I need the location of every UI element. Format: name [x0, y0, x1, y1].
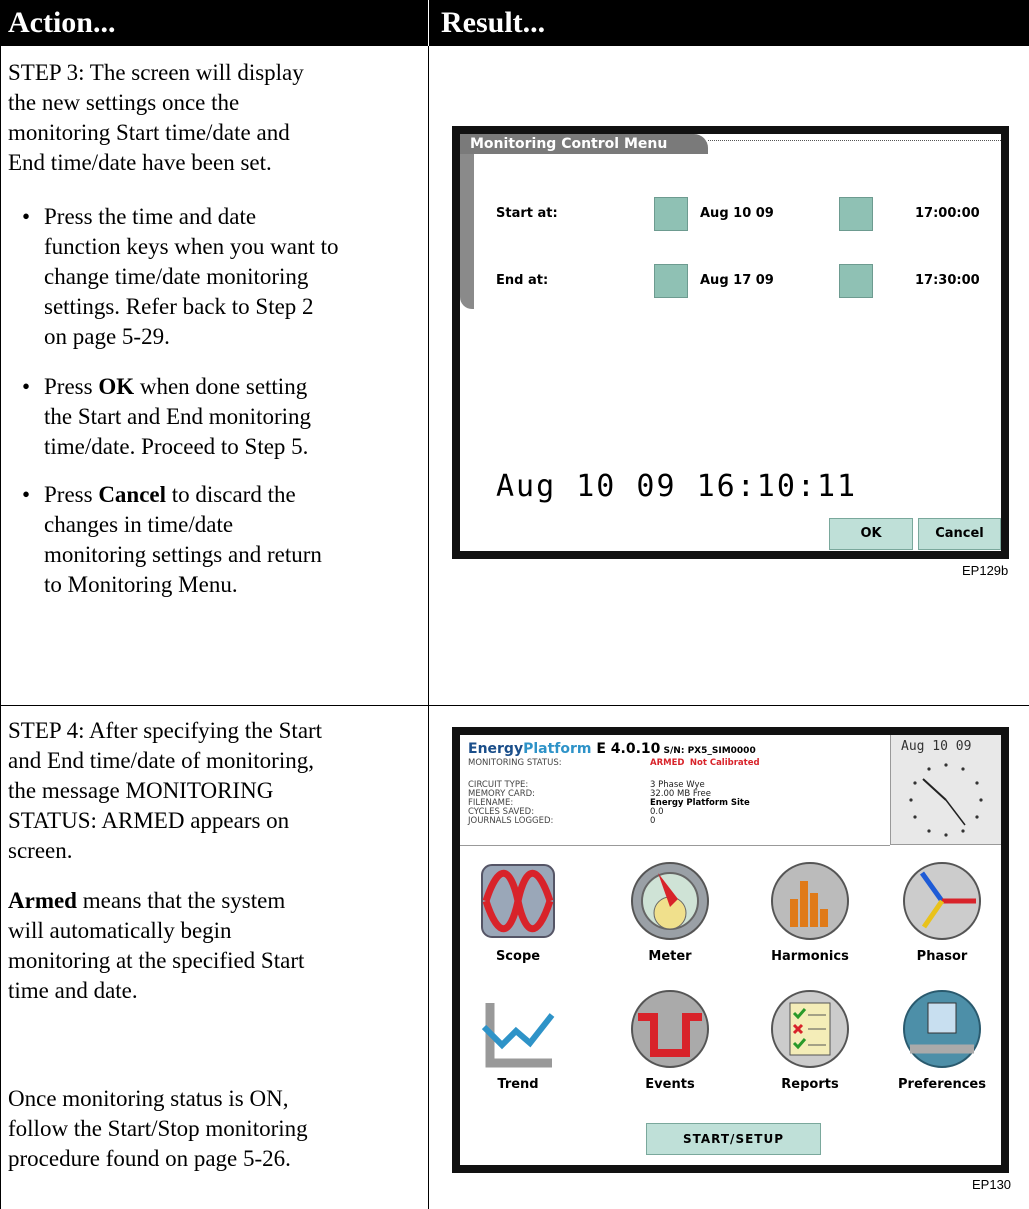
step4-armed: Armed means that the system will automat… — [8, 886, 418, 1006]
bullet-dot: • — [22, 482, 31, 507]
clock-date: Aug 10 09 — [901, 739, 972, 754]
events-icon[interactable] — [628, 987, 712, 1071]
info-values: 3 Phase Wye 32.00 MB Free Energy Platform … — [650, 780, 750, 826]
bullet-line: Press Cancel to discard the — [44, 482, 296, 507]
end-time: 17:30:00 — [915, 273, 980, 288]
monitoring-control-screenshot: Monitoring Control Menu Start at: Aug 10… — [452, 126, 1009, 559]
column-divider — [428, 46, 429, 1209]
bullet-line: to Monitoring Menu. — [44, 572, 238, 597]
step4-line: will automatically begin — [8, 918, 232, 943]
bullet-dot: • — [22, 374, 31, 399]
menu-tab-title: Monitoring Control Menu — [460, 134, 708, 154]
dotted-rule — [708, 140, 1001, 141]
bullet-line: on page 5-29. — [44, 324, 170, 349]
start-date-key[interactable] — [654, 197, 688, 231]
bullet-line: the Start and End monitoring — [44, 404, 312, 429]
trend-icon[interactable] — [476, 987, 560, 1071]
step3-line: End time/date have been set. — [8, 150, 272, 175]
step3-line: STEP 3: The screen will display — [8, 60, 304, 85]
bullet-line: Press OK when done setting — [44, 374, 308, 399]
harmonics-icon[interactable] — [768, 859, 852, 943]
trend-label: Trend — [497, 1077, 539, 1092]
step3-line: the new settings once the — [8, 90, 240, 115]
start-time: 17:00:00 — [915, 206, 980, 221]
cancel-button[interactable]: Cancel — [918, 518, 1001, 550]
meter-label: Meter — [648, 949, 692, 964]
step4-line: Once monitoring status is ON, — [8, 1086, 289, 1111]
result-header: Result... — [429, 0, 1029, 46]
start-date: Aug 10 09 — [700, 206, 774, 221]
bullet-dot: • — [22, 204, 31, 229]
step4-intro: STEP 4: After specifying the Start and E… — [8, 716, 418, 866]
step4-line: procedure found on page 5-26. — [8, 1146, 291, 1171]
current-datetime: Aug 10 09 16:10:11 — [496, 469, 858, 504]
reports-label: Reports — [781, 1077, 839, 1092]
bullet-line: Press the time and date — [44, 204, 257, 229]
cancel-keyword: Cancel — [98, 482, 167, 507]
analog-clock-icon — [909, 763, 983, 837]
start-label: Start at: — [496, 206, 558, 221]
clock-panel: Aug 10 09 — [890, 735, 1001, 845]
end-label: End at: — [496, 273, 549, 288]
scope-label: Scope — [495, 949, 541, 964]
step3-bullet-1: • Press the time and date function keys … — [18, 202, 418, 352]
phasor-label: Phasor — [916, 949, 968, 964]
info-labels: CIRCUIT TYPE: MEMORY CARD: FILENAME: CYCLES… — [468, 780, 554, 826]
step4-line: monitoring at the specified Start — [8, 948, 305, 973]
manual-page: Action... Result... STEP 3: The screen w… — [0, 0, 1029, 1209]
figure-caption: EP130 — [972, 1177, 1012, 1192]
start-time-key[interactable] — [839, 197, 873, 231]
left-frame-bar — [460, 154, 474, 309]
bullet-line: function keys when you want to — [44, 234, 339, 259]
bullet-line: changes in time/date — [44, 512, 234, 537]
step3-bullet-2: • Press OK when done setting the Start a… — [18, 372, 418, 462]
step4-line: Armed means that the system — [8, 888, 286, 913]
step4-line: time and date. — [8, 978, 138, 1003]
step4-line: STEP 4: After specifying the Start — [8, 718, 323, 743]
end-date: Aug 17 09 — [700, 273, 774, 288]
ok-keyword: OK — [98, 374, 135, 399]
action-header: Action... — [0, 0, 428, 46]
step4-line: follow the Start/Stop monitoring — [8, 1116, 308, 1141]
end-date-key[interactable] — [654, 264, 688, 298]
scope-icon[interactable] — [476, 859, 560, 943]
step4-line: STATUS: ARMED appears on — [8, 808, 290, 833]
step4-on: Once monitoring status is ON, follow the… — [8, 1084, 418, 1174]
screen-area: EnergyPlatform E 4.0.10 S/N: PX5_SIM0000… — [460, 735, 1001, 1165]
start-setup-button[interactable]: START/SETUP — [646, 1123, 821, 1155]
app-title: EnergyPlatform E 4.0.10 S/N: PX5_SIM0000 — [468, 741, 756, 757]
step3-intro: STEP 3: The screen will display the new … — [8, 58, 418, 178]
phasor-icon[interactable] — [900, 859, 984, 943]
step4-line: the message MONITORING — [8, 778, 274, 803]
meter-icon[interactable] — [628, 859, 712, 943]
step3-bullet-3: • Press Cancel to discard the changes in… — [18, 480, 418, 600]
preferences-icon[interactable] — [900, 987, 984, 1071]
row-divider — [0, 705, 1029, 706]
end-time-key[interactable] — [839, 264, 873, 298]
figure-caption: EP129b — [962, 563, 1009, 578]
monitoring-status-label: MONITORING STATUS: — [468, 758, 562, 768]
preferences-label: Preferences — [898, 1077, 986, 1092]
step4-line: and End time/date of monitoring, — [8, 748, 314, 773]
step3-line: monitoring Start time/date and — [8, 120, 290, 145]
left-border — [0, 46, 1, 1209]
events-label: Events — [645, 1077, 695, 1092]
bullet-line: time/date. Proceed to Step 5. — [44, 434, 309, 459]
header-separator — [460, 845, 890, 846]
harmonics-label: Harmonics — [771, 949, 849, 964]
home-screen-screenshot: EnergyPlatform E 4.0.10 S/N: PX5_SIM0000… — [452, 727, 1009, 1173]
ok-button[interactable]: OK — [829, 518, 913, 550]
step4-line: screen. — [8, 838, 73, 863]
armed-keyword: Armed — [8, 888, 77, 913]
bullet-line: monitoring settings and return — [44, 542, 322, 567]
screen-area: Monitoring Control Menu Start at: Aug 10… — [460, 134, 1001, 551]
monitoring-status: ARMED Not Calibrated — [650, 758, 760, 768]
bullet-line: change time/date monitoring — [44, 264, 309, 289]
serial-number: S/N: PX5_SIM0000 — [660, 746, 756, 756]
bullet-line: settings. Refer back to Step 2 — [44, 294, 314, 319]
reports-icon[interactable] — [768, 987, 852, 1071]
